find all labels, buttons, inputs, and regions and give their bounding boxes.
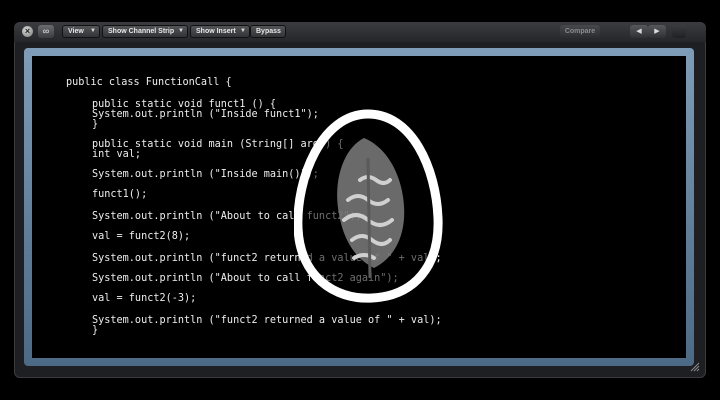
toolbar: × ∞ View ▼ Show Channel Strip ▼ Show Ins… [14, 22, 706, 42]
show-insert-menu[interactable]: Show Insert ▼ [190, 25, 250, 38]
view-menu-label: View [68, 28, 84, 35]
code-line: funct1(); [92, 189, 148, 200]
code-line: public class FunctionCall { [66, 77, 232, 88]
chevron-down-icon: ▼ [240, 28, 246, 34]
code-line: System.out.println ("Inside main()"); [92, 169, 319, 180]
code-line: } [92, 119, 99, 130]
code-line: System.out.println ("funct2 returned a v… [92, 315, 442, 326]
plugin-frame: public class FunctionCall { public stati… [24, 48, 694, 366]
show-channel-strip-menu[interactable]: Show Channel Strip ▼ [102, 25, 188, 38]
previous-button[interactable]: ◀ [630, 25, 648, 38]
code-line: val = funct2(8); [92, 231, 191, 242]
toolbar-extra-button[interactable] [672, 25, 686, 38]
code-line: val = funct2(-3); [92, 293, 197, 304]
code-line: int val; [92, 149, 142, 160]
link-button[interactable]: ∞ [38, 25, 54, 38]
resize-grip-icon[interactable] [690, 362, 700, 372]
chevron-down-icon: ▼ [90, 28, 96, 34]
plugin-window: × ∞ View ▼ Show Channel Strip ▼ Show Ins… [14, 22, 706, 378]
close-button[interactable]: × [22, 26, 33, 37]
compare-button[interactable]: Compare [560, 25, 600, 38]
brain-outline-icon [294, 109, 443, 303]
chevron-down-icon: ▼ [178, 28, 184, 34]
video-screen: public class FunctionCall { public stati… [32, 56, 686, 358]
bypass-button[interactable]: Bypass [250, 25, 286, 38]
show-insert-label: Show Insert [196, 28, 236, 35]
next-button[interactable]: ▶ [648, 25, 666, 38]
code-line: System.out.println ("Inside funct1"); [92, 109, 319, 120]
show-channel-strip-label: Show Channel Strip [108, 28, 175, 35]
view-menu[interactable]: View ▼ [62, 25, 100, 38]
code-line: } [92, 325, 99, 336]
